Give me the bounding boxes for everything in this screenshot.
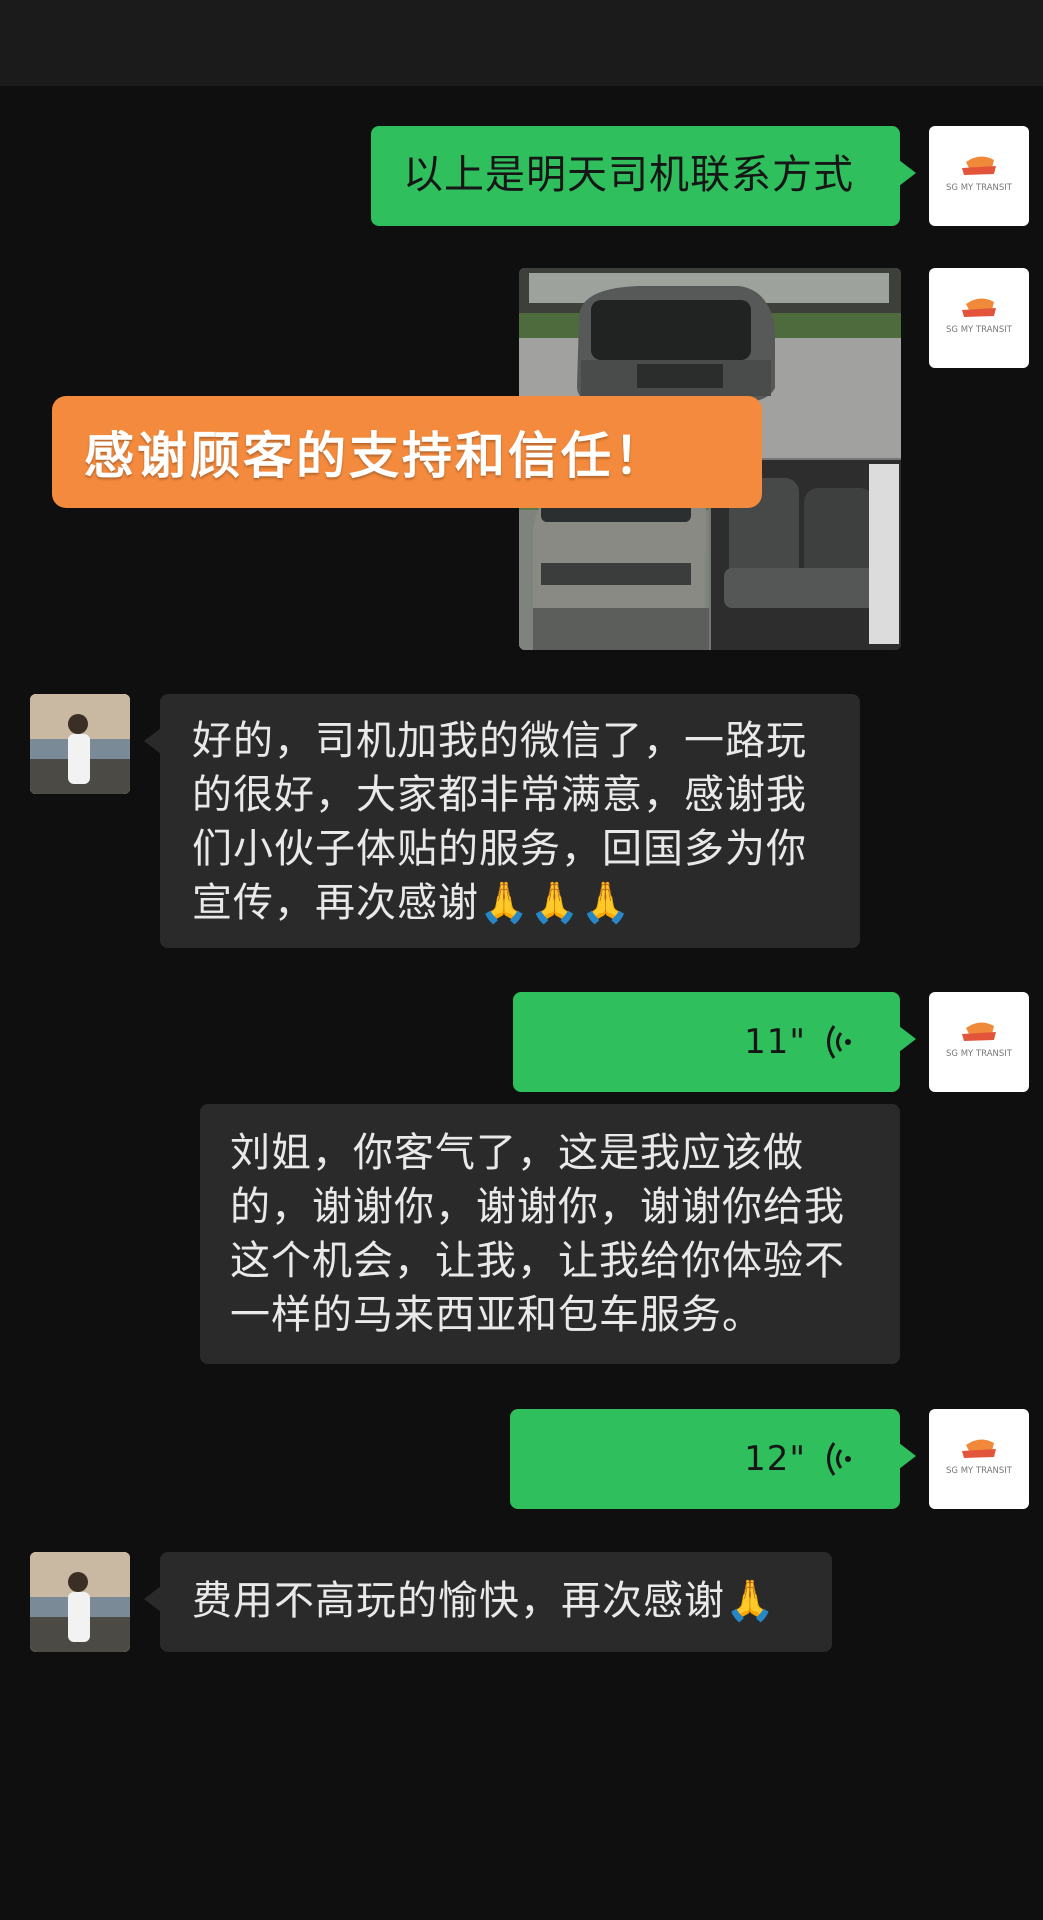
customer-photo xyxy=(30,1552,130,1652)
customer-avatar[interactable] xyxy=(30,694,130,794)
banner-text: 感谢顾客的支持和信任！ xyxy=(84,427,667,485)
voice-wave-icon xyxy=(827,1025,851,1059)
business-avatar[interactable]: SG MY TRANSIT xyxy=(929,1409,1029,1509)
business-avatar[interactable]: SG MY TRANSIT xyxy=(929,992,1029,1092)
voice-message[interactable]: 11" xyxy=(513,992,916,1092)
business-logo-icon: SG MY TRANSIT xyxy=(946,1439,1013,1476)
svg-text:SG MY TRANSIT: SG MY TRANSIT xyxy=(946,1049,1013,1059)
business-logo-icon: SG MY TRANSIT xyxy=(946,1022,1013,1059)
voice-transcript[interactable]: 刘姐，你客气了，这是我应该做 的，谢谢你，谢谢你，谢谢你给我 这个机会，让我，让… xyxy=(200,1104,900,1364)
voice-content: 11" xyxy=(744,992,856,1092)
prayer-hands-icon: 🙏 xyxy=(725,1578,776,1624)
svg-text:SG MY TRANSIT: SG MY TRANSIT xyxy=(946,1466,1013,1476)
top-bar xyxy=(0,0,1043,86)
message-bubble-incoming[interactable]: 好的，司机加我的微信了，一路玩 的很好，大家都非常满意，感谢我 们小伙子体贴的服… xyxy=(144,694,860,948)
message-text: 以上是明天司机联系方式 xyxy=(403,152,854,198)
svg-text:SG MY TRANSIT: SG MY TRANSIT xyxy=(946,183,1013,193)
svg-text:SG MY TRANSIT: SG MY TRANSIT xyxy=(946,325,1013,335)
message-bubble-outgoing[interactable]: 以上是明天司机联系方式 xyxy=(371,126,916,226)
overlay-banner: 感谢顾客的支持和信任！ xyxy=(52,396,762,508)
message-text: 费用不高玩的愉快，再次感谢 xyxy=(192,1578,725,1624)
customer-avatar[interactable] xyxy=(30,1552,130,1652)
customer-photo xyxy=(30,694,130,794)
voice-duration: 11" xyxy=(744,1022,806,1062)
business-logo-icon: SG MY TRANSIT xyxy=(946,298,1013,335)
voice-content: 12" xyxy=(744,1409,856,1509)
prayer-hands-icon: 🙏🙏🙏 xyxy=(479,880,632,926)
voice-message[interactable]: 12" xyxy=(510,1409,916,1509)
voice-wave-icon xyxy=(827,1442,851,1476)
business-avatar[interactable]: SG MY TRANSIT xyxy=(929,268,1029,368)
business-avatar[interactable]: SG MY TRANSIT xyxy=(929,126,1029,226)
message-bubble-incoming[interactable]: 费用不高玩的愉快，再次感谢🙏 xyxy=(144,1552,832,1652)
transcript-text: 刘姐，你客气了，这是我应该做 的，谢谢你，谢谢你，谢谢你给我 这个机会，让我，让… xyxy=(230,1130,845,1338)
voice-duration: 12" xyxy=(744,1439,806,1479)
business-logo-icon: SG MY TRANSIT xyxy=(946,156,1013,193)
